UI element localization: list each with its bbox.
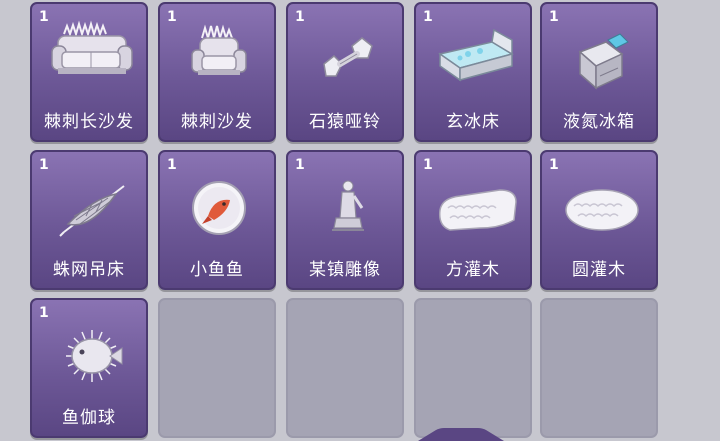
little-fish-bowl-icon (192, 181, 246, 235)
spider-web-hammock-icon (59, 185, 125, 237)
item-slot-stone-dumbbell[interactable]: 1 石猿哑铃 (286, 2, 404, 142)
item-name: 液氮冰箱 (563, 112, 635, 132)
item-slot-thorn-sofa[interactable]: 1 棘刺沙发 (158, 2, 276, 142)
thorn-long-sofa-icon (51, 20, 133, 74)
town-statue-icon (332, 180, 364, 231)
empty-slot[interactable] (414, 298, 532, 438)
square-shrub-icon (438, 189, 517, 231)
item-name: 某镇雕像 (309, 260, 381, 280)
scroll-handle[interactable] (418, 428, 504, 441)
liquid-nitrogen-fridge-icon (578, 33, 629, 90)
item-name: 小鱼鱼 (190, 260, 244, 280)
thorn-sofa-icon (191, 24, 247, 75)
item-name: 鱼伽球 (62, 408, 116, 428)
item-name: 方灌木 (446, 260, 500, 280)
item-name: 圆灌木 (572, 260, 626, 280)
item-slot-town-statue[interactable]: 1 某镇雕像 (286, 150, 404, 290)
round-shrub-icon (565, 189, 639, 231)
item-slot-round-shrub[interactable]: 1 圆灌木 (540, 150, 658, 290)
item-slot-liquid-nitrogen-fridge[interactable]: 1 液氮冰箱 (540, 2, 658, 142)
item-name: 棘刺长沙发 (44, 112, 134, 132)
pufferfish-ball-icon (66, 330, 123, 382)
item-slot-square-shrub[interactable]: 1 方灌木 (414, 150, 532, 290)
item-slot-spider-web-hammock[interactable]: 1 蛛网吊床 (30, 150, 148, 290)
item-name: 石猿哑铃 (309, 112, 381, 132)
item-slot-thorn-long-sofa[interactable]: 1 棘刺长沙发 (30, 2, 148, 142)
empty-slot[interactable] (158, 298, 276, 438)
empty-slot[interactable] (286, 298, 404, 438)
item-slot-little-fish[interactable]: 1 小鱼鱼 (158, 150, 276, 290)
empty-slot[interactable] (540, 298, 658, 438)
inventory-grid: 1 棘刺长沙发 1 棘刺沙发 1 石猿哑铃 1 玄冰床 1 液氮冰箱 1 蛛网吊… (0, 0, 720, 441)
item-slot-pufferfish-ball[interactable]: 1 鱼伽球 (30, 298, 148, 438)
item-name: 棘刺沙发 (181, 112, 253, 132)
item-name: 玄冰床 (446, 112, 500, 132)
stone-dumbbell-icon (323, 37, 373, 77)
item-slot-ice-bed[interactable]: 1 玄冰床 (414, 2, 532, 142)
item-name: 蛛网吊床 (53, 260, 125, 280)
ice-bed-icon (438, 28, 514, 82)
